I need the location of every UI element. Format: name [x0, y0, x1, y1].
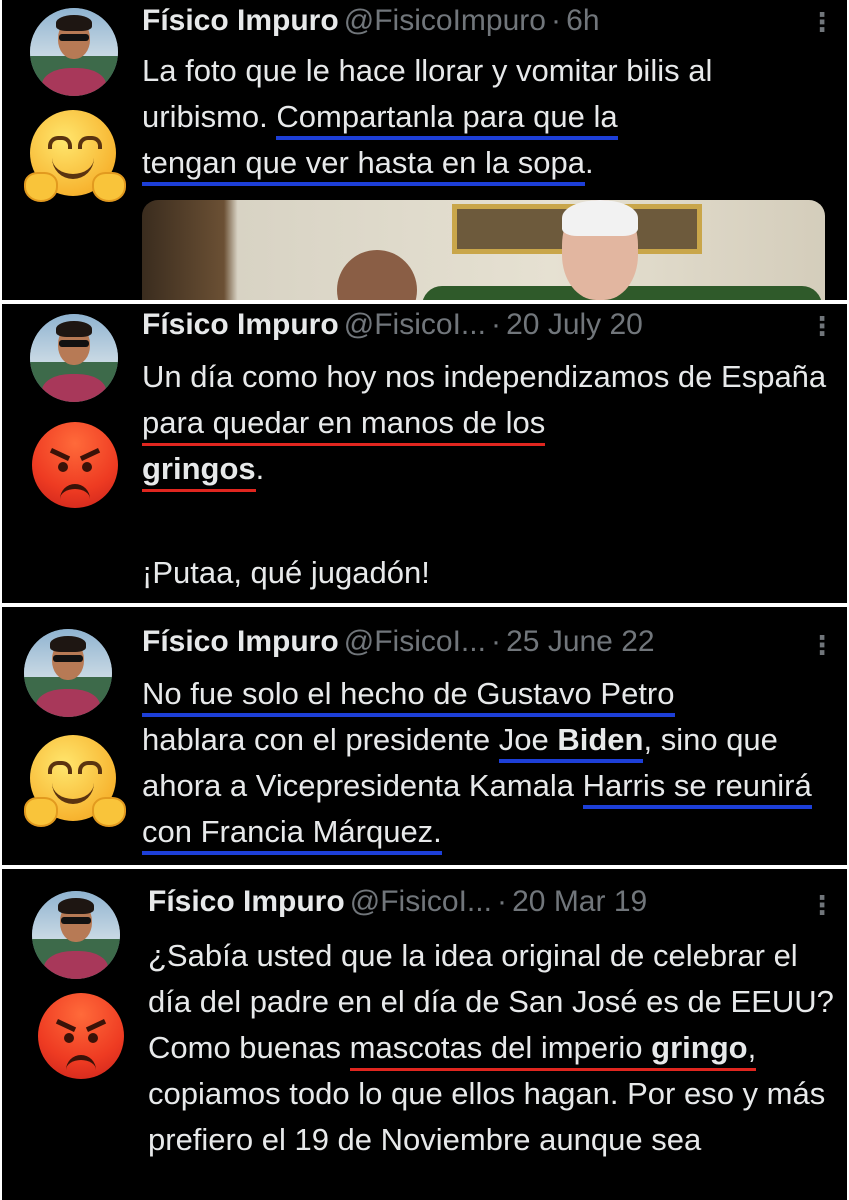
tweet-card[interactable]: Físico Impuro @FisicoI... · 20 Mar 19 ⋮ … [2, 869, 847, 1200]
user-handle[interactable]: @FisicoImpuro [344, 4, 546, 37]
text-segment: hablara con el presidente [142, 722, 499, 757]
bold-underlined-text: gringos [142, 451, 256, 492]
underlined-text: No fue solo el hecho de Gustavo Petro [142, 676, 675, 717]
tweet-text: No fue solo el hecho de Gustavo Petro hab… [142, 671, 842, 855]
bold-underlined-text: Biden [557, 722, 644, 763]
angry-face-emoji-icon [32, 422, 118, 508]
underlined-text: mascotas del imperio [349, 1030, 652, 1071]
tweet-card[interactable]: Físico Impuro @FisicoI... · 20 July 20 ⋮… [2, 304, 847, 603]
more-options-icon[interactable]: ⋮ [809, 633, 835, 659]
display-name[interactable]: Físico Impuro [142, 4, 339, 37]
tweet-card[interactable]: Físico Impuro @FisicoImpuro · 6h ⋮ La fo… [2, 0, 847, 300]
text-segment: . [255, 451, 265, 486]
user-handle[interactable]: @FisicoI... [350, 885, 492, 918]
text-segment: Un día como hoy nos independizamos de Es… [142, 359, 827, 394]
angry-face-emoji-icon [38, 993, 124, 1079]
underlined-text: Joe [498, 722, 558, 763]
separator-dot: · [497, 885, 508, 918]
text-segment: copiamos todo lo que ellos hagan. Por es… [148, 1076, 826, 1157]
underlined-text: Compartanla para que la [276, 99, 618, 140]
display-name[interactable]: Físico Impuro [142, 308, 339, 341]
underlined-text: tengan que ver hasta en la sopa [142, 145, 585, 186]
display-name[interactable]: Físico Impuro [148, 885, 345, 918]
tweet-header: Físico Impuro @FisicoI... · 25 June 22 [142, 625, 807, 669]
more-options-icon[interactable]: ⋮ [809, 893, 835, 919]
user-handle[interactable]: @FisicoI... [344, 308, 486, 341]
user-handle[interactable]: @FisicoI... [344, 625, 486, 658]
tweet-photo[interactable] [142, 200, 825, 300]
more-options-icon[interactable]: ⋮ [809, 10, 835, 36]
hugging-face-emoji-icon [24, 110, 126, 202]
tweet-text-footer: ¡Putaa, qué jugadón! [142, 555, 430, 590]
separator-dot: · [491, 625, 502, 658]
tweet-text: La foto que le hace llorar y vomitar bil… [142, 48, 832, 186]
timestamp[interactable]: 20 July 20 [506, 308, 643, 341]
underlined-text: para quedar en manos de los [142, 405, 546, 446]
avatar[interactable] [30, 8, 118, 96]
avatar[interactable] [30, 314, 118, 402]
timestamp[interactable]: 20 Mar 19 [512, 885, 647, 918]
tweet-text: Un día como hoy nos independizamos de Es… [142, 354, 832, 492]
separator-dot: · [551, 4, 562, 37]
hugging-face-emoji-icon [24, 735, 126, 827]
tweet-header: Físico Impuro @FisicoImpuro · 6h [142, 4, 807, 48]
text-segment: . [584, 145, 594, 180]
more-options-icon[interactable]: ⋮ [809, 314, 835, 340]
tweet-header: Físico Impuro @FisicoI... · 20 July 20 [142, 308, 807, 352]
tweet-card[interactable]: Físico Impuro @FisicoI... · 25 June 22 ⋮… [2, 607, 847, 865]
bold-underlined-text: gringo [651, 1030, 748, 1071]
separator-dot: · [491, 308, 502, 341]
timestamp[interactable]: 6h [566, 4, 599, 37]
tweet-text: ¿Sabía usted que la idea original de cel… [148, 933, 838, 1163]
avatar[interactable] [32, 891, 120, 979]
tweet-header: Físico Impuro @FisicoI... · 20 Mar 19 [148, 885, 807, 929]
timestamp[interactable]: 25 June 22 [506, 625, 654, 658]
display-name[interactable]: Físico Impuro [142, 625, 339, 658]
avatar[interactable] [24, 629, 112, 717]
underlined-text: , [747, 1030, 757, 1071]
